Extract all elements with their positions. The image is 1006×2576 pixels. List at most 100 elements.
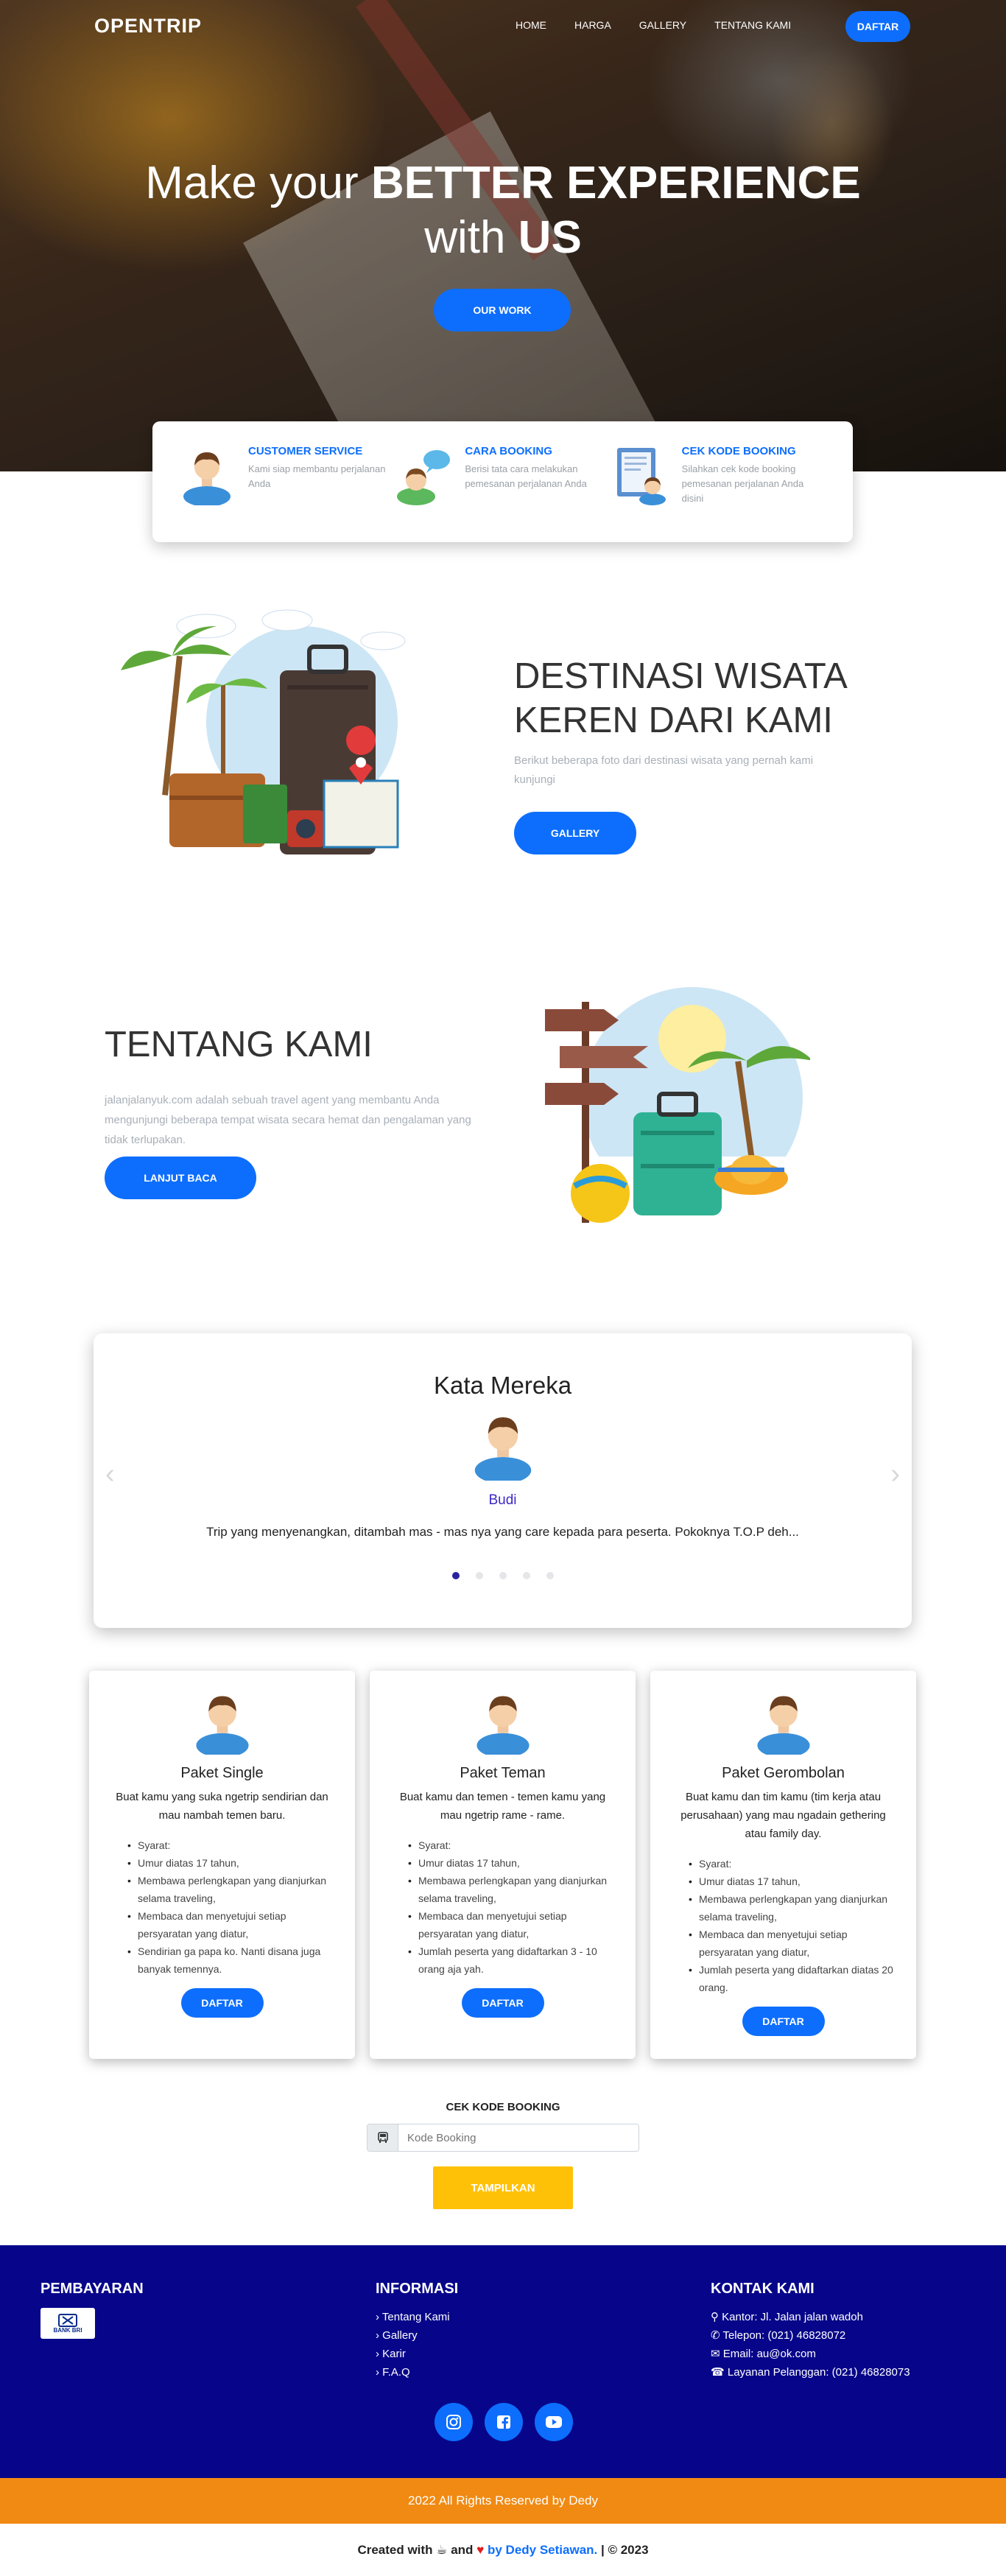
carousel-dot[interactable] bbox=[451, 1572, 460, 1579]
feature-customer-service[interactable]: CUSTOMER SERVICE Kami siap membantu perj… bbox=[177, 443, 394, 520]
paket-title: Paket Teman bbox=[460, 1765, 546, 1781]
nav-harga[interactable]: HARGA bbox=[574, 19, 611, 31]
feature-text: Silahkan cek kode booking pemesanan perj… bbox=[681, 463, 804, 504]
testimonial-carousel: ‹ › Kata Mereka Budi Trip yang menyenang… bbox=[94, 1333, 912, 1628]
footer-heading: PEMBAYARAN bbox=[41, 2281, 144, 2297]
carousel-dot[interactable] bbox=[475, 1572, 483, 1579]
our-work-button[interactable]: OUR WORK bbox=[434, 289, 571, 331]
footer-link[interactable]: › Karir bbox=[376, 2345, 458, 2363]
booking-document-icon bbox=[616, 448, 666, 505]
paket-card-single: Paket Single Buat kamu yang suka ngetrip… bbox=[89, 1671, 355, 2059]
feature-cek-kode-booking[interactable]: CEK KODE BOOKING Silahkan cek kode booki… bbox=[611, 443, 828, 520]
carousel-dot[interactable] bbox=[522, 1572, 530, 1579]
footer-pembayaran: PEMBAYARAN BANK BRI bbox=[41, 2281, 144, 2339]
carousel-indicators bbox=[94, 1572, 912, 1579]
feature-text: Kami siap membantu perjalanan Anda bbox=[248, 463, 386, 489]
author-link[interactable]: by Dedy Setiawan. bbox=[488, 2543, 597, 2557]
list-item: Syarat: bbox=[127, 1836, 333, 1854]
carousel-dot[interactable] bbox=[499, 1572, 507, 1579]
paket-title: Paket Single bbox=[180, 1765, 264, 1781]
bus-icon bbox=[367, 2124, 398, 2151]
feature-title: CEK KODE BOOKING bbox=[681, 445, 796, 457]
list-item: Syarat: bbox=[689, 1855, 894, 1873]
headset-icon: ☎ bbox=[711, 2366, 728, 2379]
destinasi-subtitle: Berikut beberapa foto dari destinasi wis… bbox=[514, 754, 814, 786]
paket-card-teman: Paket Teman Buat kamu dan temen - temen … bbox=[370, 1671, 636, 2059]
tentang-section: TENTANG KAMI jalanjalanyuk.com adalah se… bbox=[0, 936, 1006, 1282]
hero-section: OPENTRIP HOME HARGA GALLERY TENTANG KAMI… bbox=[0, 0, 1006, 471]
chevron-right-icon: › bbox=[376, 2366, 383, 2379]
gallery-button[interactable]: GALLERY bbox=[514, 812, 636, 854]
feature-title: CUSTOMER SERVICE bbox=[248, 445, 363, 457]
footer-heading: KONTAK KAMI bbox=[711, 2281, 815, 2297]
footer-heading: INFORMASI bbox=[376, 2281, 459, 2297]
paket-card-gerombolan: Paket Gerombolan Buat kamu dan tim kamu … bbox=[650, 1671, 916, 2059]
footer-link[interactable]: › F.A.Q bbox=[376, 2363, 458, 2382]
paket-requirements: Syarat: Umur diatas 17 tahun, Membawa pe… bbox=[111, 1836, 333, 1978]
paket-desc: Buat kamu yang suka ngetrip sendirian da… bbox=[116, 1791, 328, 1822]
youtube-icon[interactable] bbox=[535, 2403, 573, 2441]
nav-gallery[interactable]: GALLERY bbox=[639, 19, 686, 31]
paket-title: Paket Gerombolan bbox=[722, 1765, 845, 1781]
paket-daftar-button[interactable]: DAFTAR bbox=[180, 1988, 264, 2018]
list-item: Membawa perlengkapan yang dianjurkan sel… bbox=[408, 1872, 613, 1907]
cek-booking-title: CEK KODE BOOKING bbox=[446, 2101, 560, 2113]
footer-link[interactable]: › Gallery bbox=[376, 2326, 458, 2345]
testimonial-name: Budi bbox=[488, 1492, 517, 1508]
footer-kontak: KONTAK KAMI ⚲ Kantor: Jl. Jalan jalan wa… bbox=[711, 2281, 910, 2379]
paket-daftar-button[interactable]: DAFTAR bbox=[461, 1988, 544, 2018]
brand-logo[interactable]: OPENTRIP bbox=[94, 15, 202, 38]
tentang-title: TENTANG KAMI bbox=[105, 1025, 373, 1064]
luggage-illustration bbox=[121, 609, 406, 854]
hero-headline: Make your BETTER EXPERIENCE with US bbox=[145, 158, 861, 263]
envelope-icon: ✉ bbox=[711, 2348, 723, 2360]
tampilkan-button[interactable]: TAMPILKAN bbox=[433, 2166, 573, 2209]
features-card: CUSTOMER SERVICE Kami siap membantu perj… bbox=[152, 421, 853, 542]
cek-booking-form: CEK KODE BOOKING TAMPILKAN bbox=[0, 2101, 1006, 2209]
bank-bri-logo: BANK BRI bbox=[41, 2308, 95, 2339]
customer-service-icon bbox=[183, 452, 231, 505]
chevron-right-icon: › bbox=[376, 2311, 382, 2323]
facebook-icon[interactable] bbox=[485, 2403, 523, 2441]
list-item: Membawa perlengkapan yang dianjurkan sel… bbox=[689, 1890, 894, 1926]
list-item: Membaca dan menyetujui setiap persyarata… bbox=[127, 1907, 333, 1942]
destinasi-section: DESTINASI WISATA KEREN DARI KAMI Berikut… bbox=[0, 545, 1006, 891]
avatar bbox=[474, 1417, 531, 1481]
nav-tentang-kami[interactable]: TENTANG KAMI bbox=[714, 19, 791, 31]
list-item: Membawa perlengkapan yang dianjurkan sel… bbox=[127, 1872, 333, 1907]
avatar bbox=[195, 1696, 249, 1755]
tentang-text: jalanjalanyuk.com adalah sebuah travel a… bbox=[105, 1094, 471, 1146]
nav-links: HOME HARGA GALLERY TENTANG KAMI bbox=[516, 19, 819, 31]
footer-informasi: INFORMASI › Tentang Kami › Gallery › Kar… bbox=[376, 2281, 458, 2382]
navbar: OPENTRIP HOME HARGA GALLERY TENTANG KAMI… bbox=[0, 0, 1006, 55]
list-item: Umur diatas 17 tahun, bbox=[408, 1854, 613, 1872]
feature-text: Berisi tata cara melakukan pemesanan per… bbox=[465, 463, 587, 489]
chevron-right-icon: › bbox=[376, 2348, 383, 2360]
lanjut-baca-button[interactable]: LANJUT BACA bbox=[105, 1157, 256, 1199]
nav-daftar-button[interactable]: DAFTAR bbox=[845, 11, 910, 42]
booking-code-input[interactable] bbox=[398, 2124, 639, 2151]
copyright-bar: 2022 All Rights Reserved by Dedy bbox=[0, 2478, 1006, 2524]
paket-requirements: Syarat: Umur diatas 17 tahun, Membawa pe… bbox=[392, 1836, 613, 1978]
testimonial-quote: Trip yang menyenangkan, ditambah mas - m… bbox=[206, 1525, 799, 1539]
list-item: Syarat: bbox=[408, 1836, 613, 1854]
carousel-dot[interactable] bbox=[546, 1572, 554, 1579]
map-marker-icon: ⚲ bbox=[711, 2311, 722, 2323]
paket-list: Paket Single Buat kamu yang suka ngetrip… bbox=[89, 1671, 917, 2059]
paket-requirements: Syarat: Umur diatas 17 tahun, Membawa pe… bbox=[672, 1855, 894, 1996]
paket-desc: Buat kamu dan tim kamu (tim kerja atau p… bbox=[680, 1791, 886, 1840]
nav-home[interactable]: HOME bbox=[516, 19, 546, 31]
list-item: Jumlah peserta yang didaftarkan 3 - 10 o… bbox=[408, 1942, 613, 1978]
avatar bbox=[476, 1696, 530, 1755]
instagram-icon[interactable] bbox=[435, 2403, 473, 2441]
carousel-prev-icon[interactable]: ‹ bbox=[105, 1459, 115, 1490]
footer-link[interactable]: › Tentang Kami bbox=[376, 2308, 458, 2326]
paket-daftar-button[interactable]: DAFTAR bbox=[742, 2007, 825, 2036]
list-item: Umur diatas 17 tahun, bbox=[127, 1854, 333, 1872]
heart-icon: ♥ bbox=[476, 2543, 485, 2557]
carousel-next-icon[interactable]: › bbox=[890, 1459, 900, 1490]
coffee-icon: ☕ bbox=[436, 2543, 448, 2557]
list-item: Jumlah peserta yang didaftarkan diatas 2… bbox=[689, 1961, 894, 1996]
chevron-right-icon: › bbox=[376, 2329, 383, 2342]
feature-cara-booking[interactable]: CARA BOOKING Berisi tata cara melakukan … bbox=[394, 443, 611, 520]
